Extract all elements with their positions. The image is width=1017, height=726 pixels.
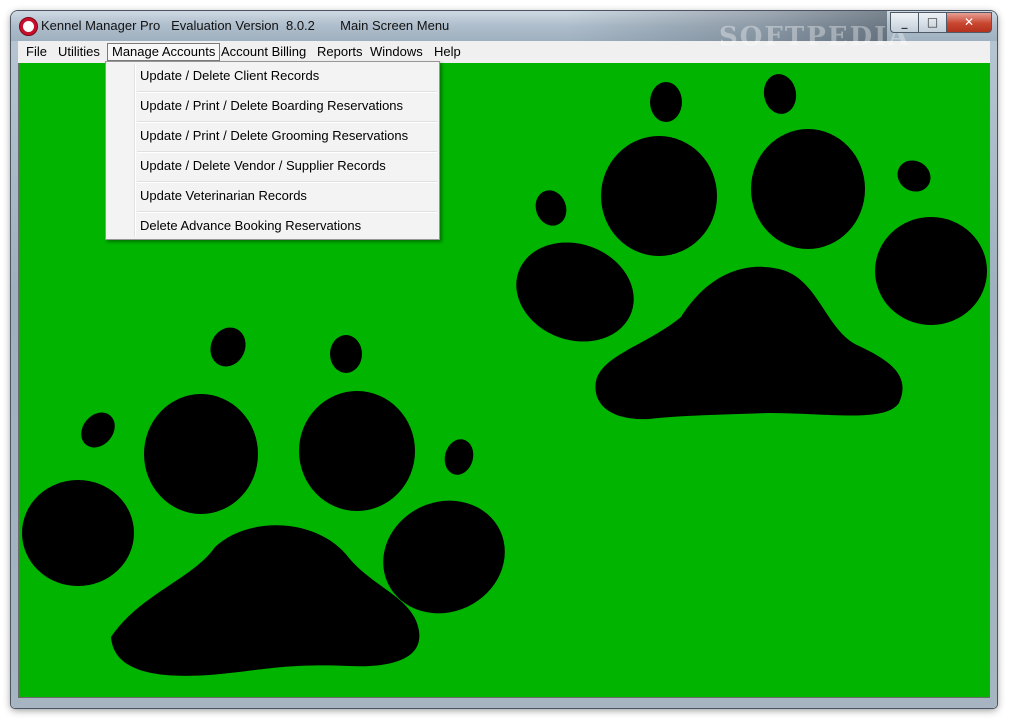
minimize-icon: _ xyxy=(901,15,908,29)
close-icon: ✕ xyxy=(963,15,975,29)
menu-item-label: Update / Delete Client Records xyxy=(140,68,320,83)
paw-print-icon-left xyxy=(22,327,505,676)
maximize-button[interactable]: □ xyxy=(918,12,946,33)
menu-item-grooming-reservations[interactable]: Update / Print / Delete Grooming Reserva… xyxy=(108,122,437,151)
menu-item-label: Delete Advance Booking Reservations xyxy=(140,218,362,233)
softpedia-watermark: SOFTPEDIA xyxy=(719,22,911,52)
menu-reports[interactable]: Reports xyxy=(313,43,367,61)
menu-item-label: Update Veterinarian Records xyxy=(140,188,307,203)
maximize-icon: □ xyxy=(926,15,939,29)
menu-account-billing[interactable]: Account Billing xyxy=(217,43,310,61)
manage-accounts-dropdown: Update / Delete Client Records Update / … xyxy=(105,61,440,240)
menu-item-veterinarian-records[interactable]: Update Veterinarian Records xyxy=(108,182,437,211)
menu-item-vendor-supplier-records[interactable]: Update / Delete Vendor / Supplier Record… xyxy=(108,152,437,181)
window-controls: _ □ ✕ xyxy=(890,12,992,33)
menu-help[interactable]: Help xyxy=(430,43,465,61)
menu-item-label: Update / Delete Vendor / Supplier Record… xyxy=(140,158,386,173)
menu-manage-accounts[interactable]: Manage Accounts xyxy=(107,43,221,61)
paw-print-icon-right xyxy=(516,74,987,420)
menu-item-label: Update / Print / Delete Grooming Reserva… xyxy=(140,128,409,143)
close-button[interactable]: ✕ xyxy=(946,12,992,33)
menu-item-advance-booking-reservations[interactable]: Delete Advance Booking Reservations xyxy=(108,212,437,241)
menu-file[interactable]: File xyxy=(22,43,51,61)
menu-item-boarding-reservations[interactable]: Update / Print / Delete Boarding Reserva… xyxy=(108,92,437,121)
menu-item-label: Update / Print / Delete Boarding Reserva… xyxy=(140,98,404,113)
menu-item-update-delete-client-records[interactable]: Update / Delete Client Records xyxy=(108,62,437,91)
minimize-button[interactable]: _ xyxy=(890,12,918,33)
menu-utilities[interactable]: Utilities xyxy=(54,43,104,61)
menu-windows[interactable]: Windows xyxy=(366,43,427,61)
kennel-app-icon[interactable] xyxy=(19,17,38,36)
title-bar[interactable]: Kennel Manager Pro Evaluation Version 8.… xyxy=(11,11,997,52)
window-title: Kennel Manager Pro Evaluation Version 8.… xyxy=(41,18,450,33)
